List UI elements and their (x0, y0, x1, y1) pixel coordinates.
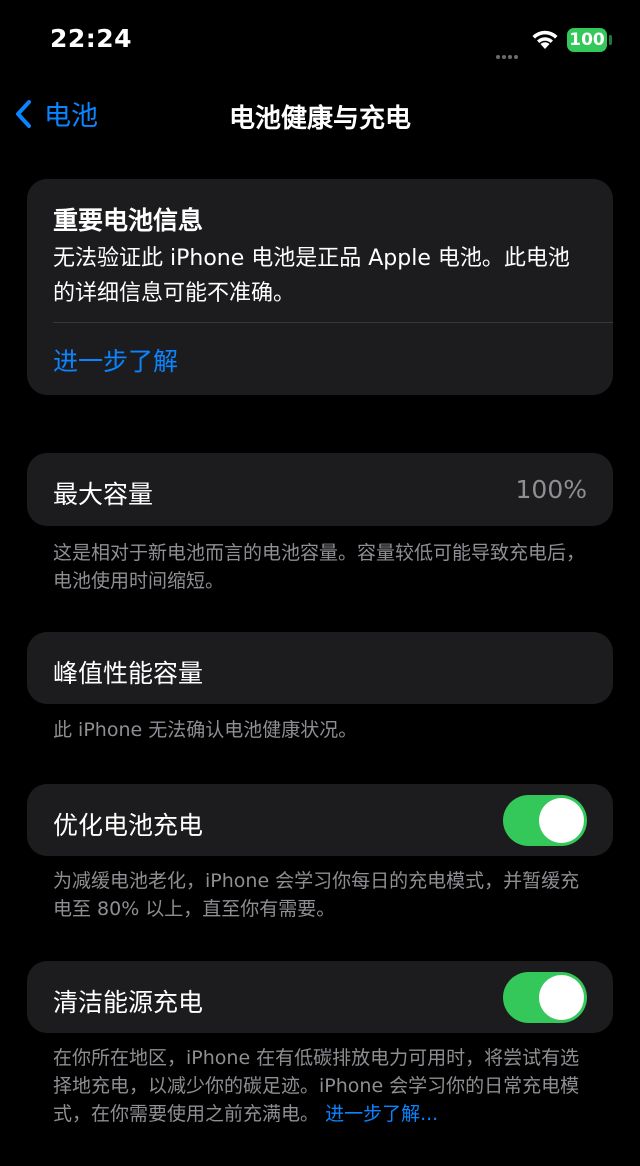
navigation-bar: 电池 电池健康与充电 (0, 84, 640, 144)
clean-energy-footer-text: 在你所在地区，iPhone 在有低碳排放电力可用时，将尝试有选择地充电，以减少你… (53, 1047, 580, 1125)
learn-more-link[interactable]: 进一步了解 (53, 342, 178, 378)
wifi-icon (532, 30, 558, 49)
max-capacity-value: 100% (515, 475, 587, 504)
max-capacity-footer: 这是相对于新电池而言的电池容量。容量较低可能导致充电后，电池使用时间缩短。 (53, 542, 586, 592)
max-capacity-row: 最大容量 100% (27, 453, 613, 526)
info-title: 重要电池信息 (53, 206, 204, 235)
battery-level: 100 (569, 30, 605, 50)
cellular-signal-icon (496, 44, 520, 63)
clean-energy-row: 清洁能源充电 (27, 961, 613, 1033)
clean-energy-footer: 在你所在地区，iPhone 在有低碳排放电力可用时，将尝试有选择地充电，以减少你… (53, 1044, 593, 1128)
optimized-charging-toggle[interactable] (503, 795, 587, 846)
optimized-charging-label: 优化电池充电 (53, 811, 204, 840)
clean-energy-learn-more-link[interactable]: 进一步了解... (325, 1103, 438, 1125)
optimized-charging-row: 优化电池充电 (27, 784, 613, 856)
toggle-knob (539, 798, 584, 843)
status-time: 22:24 (50, 24, 133, 53)
important-info-card: 重要电池信息 无法验证此 iPhone 电池是正品 Apple 电池。此电池的详… (27, 179, 613, 395)
toggle-knob (539, 975, 584, 1020)
clean-energy-label: 清洁能源充电 (53, 988, 204, 1017)
optimized-charging-footer: 为减缓电池老化，iPhone 会学习你每日的充电模式，并暂缓充电至 80% 以上… (53, 870, 580, 920)
peak-performance-footer: 此 iPhone 无法确认电池健康状况。 (53, 719, 358, 741)
battery-icon: 100 (567, 28, 607, 52)
max-capacity-label: 最大容量 (53, 480, 154, 509)
clean-energy-toggle[interactable] (503, 972, 587, 1023)
info-body: 无法验证此 iPhone 电池是正品 Apple 电池。此电池的详细信息可能不准… (53, 246, 570, 306)
divider (53, 322, 613, 323)
status-bar: 22:24 100 (0, 0, 640, 80)
page-title: 电池健康与充电 (228, 104, 411, 134)
peak-performance-label: 峰值性能容量 (53, 659, 204, 688)
battery-cap (609, 35, 612, 45)
peak-performance-row: 峰值性能容量 (27, 632, 613, 704)
